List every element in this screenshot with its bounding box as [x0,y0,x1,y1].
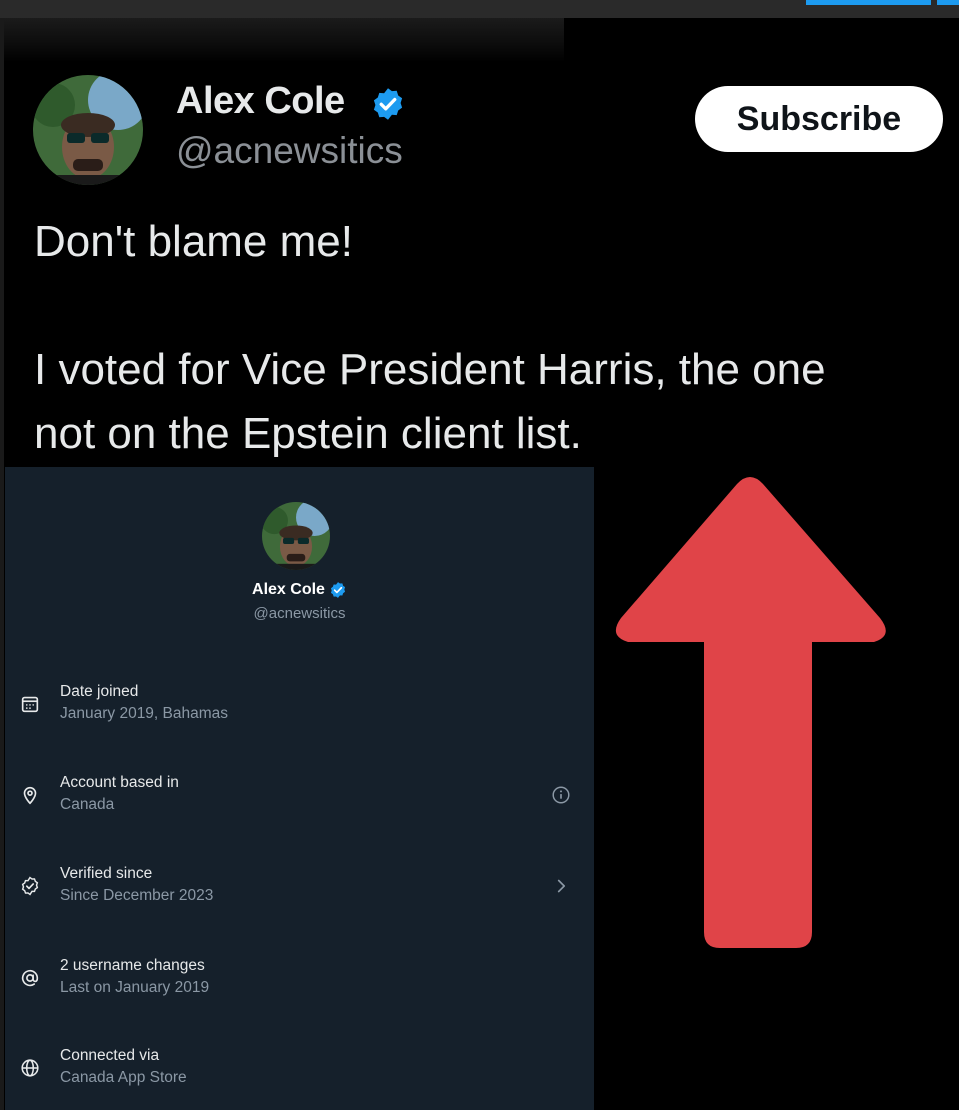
panel-name-row: Alex Cole [5,581,594,599]
info-row-value: January 2019, Bahamas [60,705,229,722]
info-row-label: Connected via [60,1047,160,1064]
top-blue-tab[interactable] [806,0,931,5]
panel-handle: @acnewsitics [253,605,346,622]
info-row-account-based-in: Account based in Canada [5,774,594,834]
red-up-arrow [615,477,886,948]
info-row-date-joined: Date joined January 2019, Bahamas [5,683,594,743]
left-edge [0,18,4,1110]
subscribe-button[interactable]: Subscribe [695,86,943,152]
verified-badge-icon [373,88,403,120]
top-window-strip [0,0,959,18]
author-name[interactable]: Alex Cole [176,80,345,123]
chevron-right-icon[interactable] [550,875,572,897]
author-handle[interactable]: @acnewsitics [176,130,403,172]
author-avatar[interactable] [33,75,143,185]
calendar-icon [21,696,39,713]
info-icon[interactable] [550,784,572,806]
globe-icon [21,1059,39,1077]
info-row-label: Account based in [60,774,179,791]
panel-name: Alex Cole [252,581,325,598]
panel-avatar[interactable] [262,502,330,570]
info-row-value: Canada App Store [60,1069,187,1086]
tweet-text: Don't blame me! I voted for Vice Preside… [34,210,949,466]
location-pin-icon [23,786,37,805]
tweet-text-line: I voted for Vice President Harris, the o… [34,345,826,394]
verified-badge-icon [330,582,346,598]
verified-check-icon [21,876,39,896]
account-info-panel: Alex Cole @acnewsitics Date joined Janua… [5,467,594,1110]
tweet-text-line: not on the Epstein client list. [34,409,582,458]
blurred-header-band [4,18,564,62]
info-row-value: Since December 2023 [60,887,214,904]
info-row-value: Canada [60,796,115,813]
info-row-value: Last on January 2019 [60,979,210,996]
info-row-label: 2 username changes [60,957,205,974]
tweet-text-line: Don't blame me! [34,217,353,266]
at-sign-icon [21,969,39,987]
top-blue-tab-small[interactable] [937,0,959,5]
info-row-label: Verified since [60,865,153,882]
info-row-verified-since[interactable]: Verified since Since December 2023 [5,865,594,925]
info-row-label: Date joined [60,683,139,700]
info-row-username-changes: 2 username changes Last on January 2019 [5,957,594,1017]
info-row-connected-via: Connected via Canada App Store [5,1047,594,1107]
